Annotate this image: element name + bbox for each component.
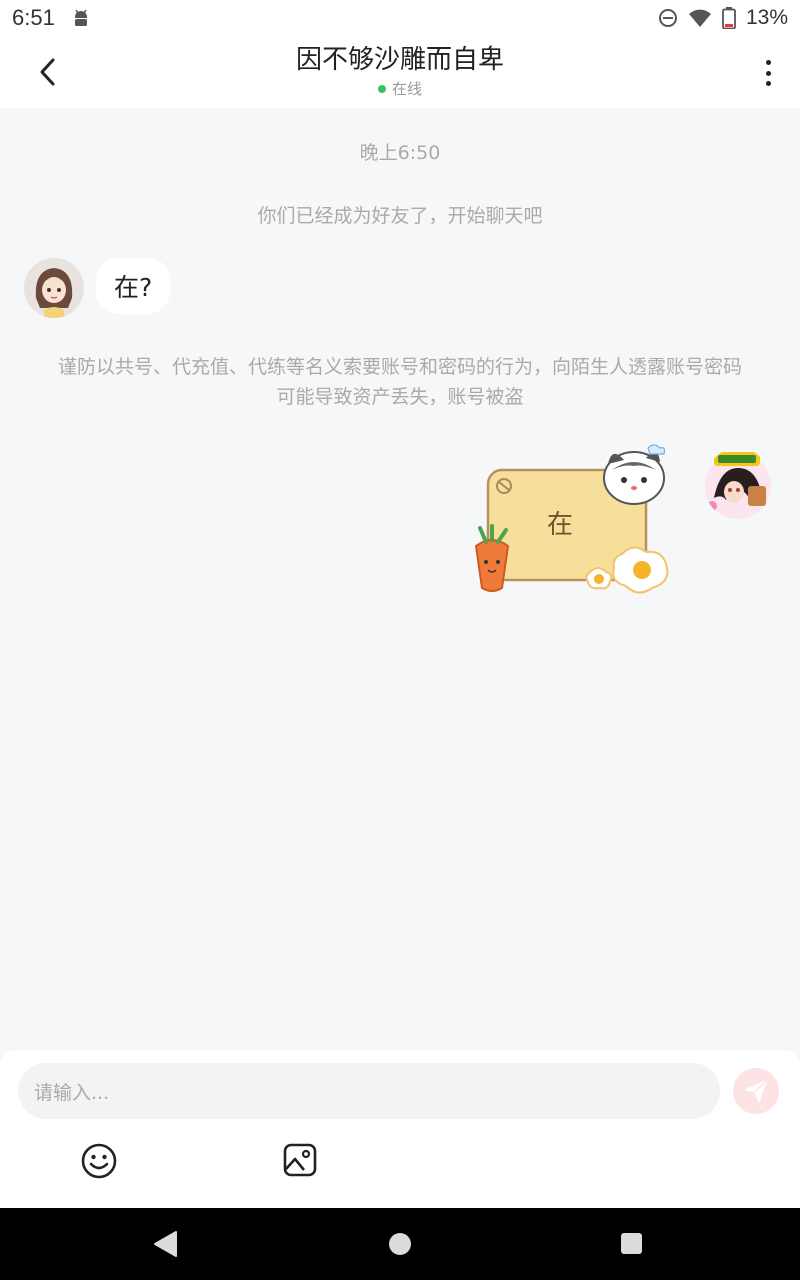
image-icon[interactable] (282, 1142, 318, 1178)
online-status-text: 在线 (391, 80, 422, 98)
do-not-disturb-icon (658, 9, 677, 27)
girl-avatar-icon (24, 258, 84, 318)
status-bar: 6:51 13% (0, 0, 800, 36)
send-icon (744, 1079, 768, 1103)
message-bubble-incoming[interactable]: 在? (96, 258, 171, 314)
security-warning: 谨防以共号、代充值、代练等名义索要账号和密码的行为，向陌生人透露账号密码可能导致… (57, 356, 742, 408)
message-time: 晚上6:50 (359, 142, 441, 164)
battery-percent: 13% (745, 6, 788, 29)
contact-avatar[interactable] (24, 258, 84, 318)
send-button[interactable] (733, 1068, 779, 1114)
my-avatar[interactable] (704, 448, 772, 520)
chat-header: 因不够沙雕而自卑 在线 (0, 36, 800, 108)
online-status: 在线 (0, 78, 800, 99)
status-time: 6:51 (12, 5, 55, 30)
more-dot-icon (765, 70, 771, 76)
more-dot-icon (765, 81, 771, 86)
online-dot-icon (377, 84, 386, 93)
title-block: 因不够沙雕而自卑 在线 (0, 44, 800, 99)
cat-icon (603, 444, 666, 505)
user-avatar-icon (705, 452, 771, 519)
more-dot-icon (765, 60, 771, 65)
battery-icon (722, 7, 736, 29)
wifi-icon (688, 9, 711, 27)
system-nav-bar (0, 1208, 800, 1280)
system-message-friend: 你们已经成为好友了，开始聊天吧 (257, 205, 543, 227)
carrot-icon (474, 524, 510, 592)
chat-title: 因不够沙雕而自卑 (295, 45, 504, 75)
sticker-text: 在 (546, 510, 573, 540)
android-icon (74, 9, 87, 26)
back-triangle-icon[interactable] (152, 1230, 178, 1258)
message-text: 在? (114, 273, 153, 302)
more-button[interactable] (758, 56, 778, 90)
message-input[interactable]: 请输入... (18, 1063, 720, 1119)
recents-square-icon[interactable] (621, 1233, 642, 1254)
emoji-icon[interactable] (80, 1142, 118, 1180)
home-circle-icon[interactable] (389, 1233, 411, 1255)
message-composer: 请输入... (0, 1050, 800, 1208)
